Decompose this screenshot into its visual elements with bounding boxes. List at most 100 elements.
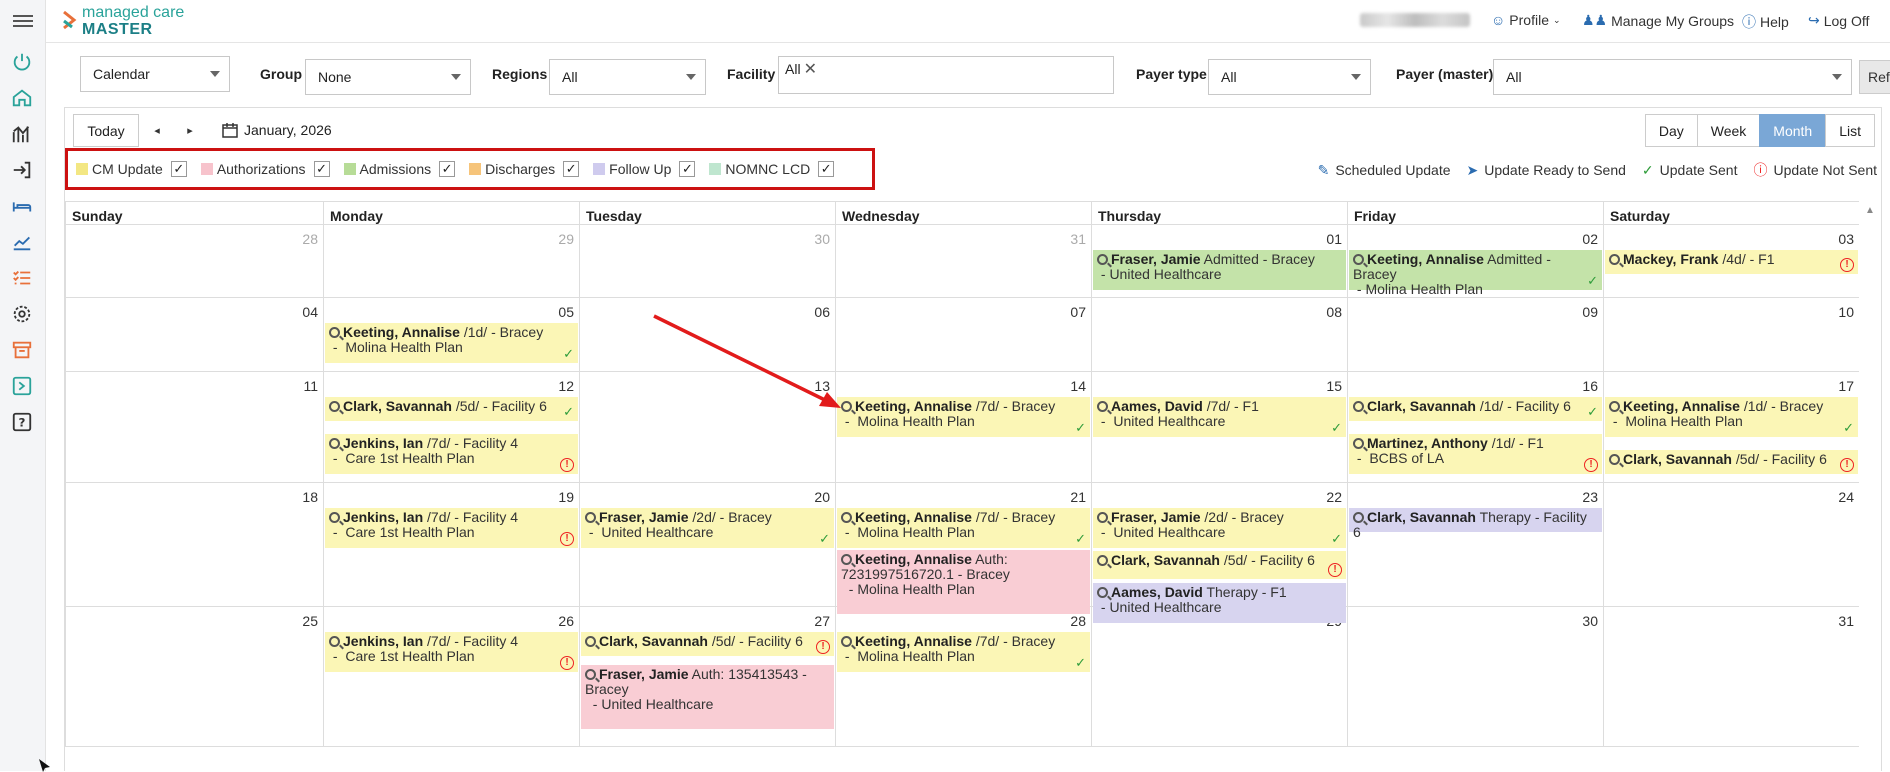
day-cell[interactable]: 18 xyxy=(65,483,323,607)
trend-icon[interactable] xyxy=(10,230,34,254)
search-icon[interactable] xyxy=(1353,254,1364,265)
calendar-event[interactable]: Mackey, Frank /4d/ - F1! xyxy=(1605,250,1858,274)
legend-checkbox[interactable]: ✓ xyxy=(170,161,187,177)
gear-icon[interactable] xyxy=(10,302,34,326)
calendar-event[interactable]: Clark, Savannah /5d/ - Facility 6! xyxy=(1093,551,1346,579)
remove-tag-icon[interactable]: ✕ xyxy=(804,59,817,79)
day-cell[interactable]: 28 xyxy=(835,607,1091,747)
day-cell[interactable]: 29 xyxy=(323,225,579,298)
analytics-icon[interactable] xyxy=(10,122,34,146)
home-icon[interactable] xyxy=(10,86,34,110)
group-select[interactable]: None xyxy=(305,59,471,95)
calendar-event[interactable]: Clark, Savannah /5d/ - Facility 6 ✓ xyxy=(325,397,578,421)
day-cell[interactable]: 11 xyxy=(65,372,323,483)
search-icon[interactable] xyxy=(1353,438,1364,449)
calendar-event[interactable]: Fraser, Jamie Admitted - Bracey - United… xyxy=(1093,250,1346,290)
search-icon[interactable] xyxy=(1097,587,1108,598)
calendar-event[interactable]: Keeting, Annalise /1d/ - Bracey - Molina… xyxy=(1605,397,1858,437)
day-cell[interactable]: 08 xyxy=(1091,298,1347,372)
payer-master-select[interactable]: All xyxy=(1493,59,1852,95)
payer-type-select[interactable]: All xyxy=(1208,59,1371,95)
search-icon[interactable] xyxy=(1609,454,1620,465)
power-icon[interactable] xyxy=(10,50,34,74)
legend-checkbox[interactable]: ✓ xyxy=(439,161,456,177)
facility-multiselect[interactable]: All ✕ xyxy=(778,56,1114,94)
checklist-icon[interactable] xyxy=(10,266,34,290)
logoff-link[interactable]: ↪ Log Off xyxy=(1808,12,1869,29)
profile-menu[interactable]: ☺ Profile ⌄ xyxy=(1491,12,1561,28)
day-cell[interactable]: 25 xyxy=(65,607,323,747)
bed-icon[interactable] xyxy=(10,194,34,218)
day-cell[interactable]: 10 xyxy=(1603,298,1859,372)
search-icon[interactable] xyxy=(1097,555,1108,566)
search-icon[interactable] xyxy=(841,554,852,565)
calendar-event[interactable]: Keeting, Annalise Admitted - Bracey - Mo… xyxy=(1349,250,1602,297)
calendar-event[interactable]: Fraser, Jamie /2d/ - Bracey - United Hea… xyxy=(1093,508,1346,548)
day-cell[interactable]: 06 xyxy=(579,298,835,372)
regions-select[interactable]: All xyxy=(549,59,706,95)
calendar-event[interactable]: Clark, Savannah /1d/ - Facility 6 ✓ xyxy=(1349,397,1602,421)
day-cell[interactable]: 04 xyxy=(65,298,323,372)
day-cell[interactable]: 09 xyxy=(1347,298,1603,372)
view-list[interactable]: List xyxy=(1825,114,1875,147)
facility-tag[interactable]: All ✕ xyxy=(785,59,817,79)
calendar-event[interactable]: Fraser, Jamie /2d/ - Bracey - United Hea… xyxy=(581,508,834,548)
help-icon[interactable]: ? xyxy=(10,410,34,434)
day-cell[interactable]: 24 xyxy=(1603,483,1859,607)
search-icon[interactable] xyxy=(329,636,340,647)
report-icon[interactable] xyxy=(10,374,34,398)
view-day[interactable]: Day xyxy=(1644,114,1698,147)
manage-groups-link[interactable]: ♟♟ Manage My Groups xyxy=(1582,12,1734,29)
view-month[interactable]: Month xyxy=(1759,114,1827,147)
day-cell[interactable]: 30 xyxy=(579,225,835,298)
search-icon[interactable] xyxy=(841,636,852,647)
day-cell[interactable]: 28 xyxy=(65,225,323,298)
day-cell[interactable]: 31 xyxy=(835,225,1091,298)
search-icon[interactable] xyxy=(1097,512,1108,523)
day-cell[interactable]: 30 xyxy=(1347,607,1603,747)
calendar-event[interactable]: Jenkins, Ian /7d/ - Facility 4 - Care 1s… xyxy=(325,632,578,672)
legend-checkbox[interactable]: ✓ xyxy=(563,161,580,177)
day-cell[interactable]: 29 xyxy=(1091,607,1347,747)
help-link[interactable]: ⓘ Help xyxy=(1742,12,1789,32)
day-cell[interactable]: 31 xyxy=(1603,607,1859,747)
day-cell[interactable]: 07 xyxy=(835,298,1091,372)
scroll-up-icon[interactable]: ▲ xyxy=(1865,205,1879,216)
search-icon[interactable] xyxy=(1609,254,1620,265)
day-cell[interactable]: 13 xyxy=(579,372,835,483)
calendar-event[interactable]: Aames, David Therapy - F1 - United Healt… xyxy=(1093,583,1346,623)
search-icon[interactable] xyxy=(585,636,596,647)
search-icon[interactable] xyxy=(585,512,596,523)
next-button[interactable]: ▸ xyxy=(176,114,204,147)
view-select[interactable]: Calendar xyxy=(80,56,230,92)
search-icon[interactable] xyxy=(841,512,852,523)
date-picker[interactable]: January, 2026 xyxy=(222,122,332,138)
calendar-event[interactable]: Clark, Savannah Therapy - Facility 6 xyxy=(1349,508,1602,540)
calendar-event[interactable]: Keeting, Annalise /7d/ - Bracey - Molina… xyxy=(837,508,1090,548)
calendar-event[interactable]: Martinez, Anthony /1d/ - F1 - BCBS of LA… xyxy=(1349,434,1602,474)
search-icon[interactable] xyxy=(1609,401,1620,412)
calendar-event[interactable]: Clark, Savannah /5d/ - Facility 6! xyxy=(1605,450,1858,474)
search-icon[interactable] xyxy=(329,512,340,523)
legend-checkbox[interactable]: ✓ xyxy=(313,161,330,177)
calendar-event[interactable]: Keeting, Annalise /7d/ - Bracey - Molina… xyxy=(837,632,1090,672)
calendar-event[interactable]: Jenkins, Ian /7d/ - Facility 4 - Care 1s… xyxy=(325,434,578,474)
search-icon[interactable] xyxy=(1353,401,1364,412)
calendar-event[interactable]: Keeting, Annalise /7d/ - Bracey - Molina… xyxy=(837,397,1090,437)
app-logo[interactable]: managed care MASTER xyxy=(60,5,184,38)
calendar-event[interactable]: Aames, David /7d/ - F1 - United Healthca… xyxy=(1093,397,1346,437)
search-icon[interactable] xyxy=(329,327,340,338)
calendar-event[interactable]: Fraser, Jamie Auth: 135413543 - Bracey - … xyxy=(581,665,834,729)
search-icon[interactable] xyxy=(1097,254,1108,265)
search-icon[interactable] xyxy=(329,401,340,412)
search-icon[interactable] xyxy=(585,669,596,680)
day-cell[interactable]: 23 xyxy=(1347,483,1603,607)
calendar-event[interactable]: Keeting, Annalise Auth: 7231997516720.1 -… xyxy=(837,550,1090,614)
view-week[interactable]: Week xyxy=(1696,114,1761,147)
today-button[interactable]: Today xyxy=(73,114,139,147)
login-icon[interactable] xyxy=(10,158,34,182)
search-icon[interactable] xyxy=(1097,401,1108,412)
menu-icon[interactable] xyxy=(13,12,33,30)
refresh-button[interactable]: Refresh xyxy=(1859,60,1890,94)
search-icon[interactable] xyxy=(1353,512,1364,523)
